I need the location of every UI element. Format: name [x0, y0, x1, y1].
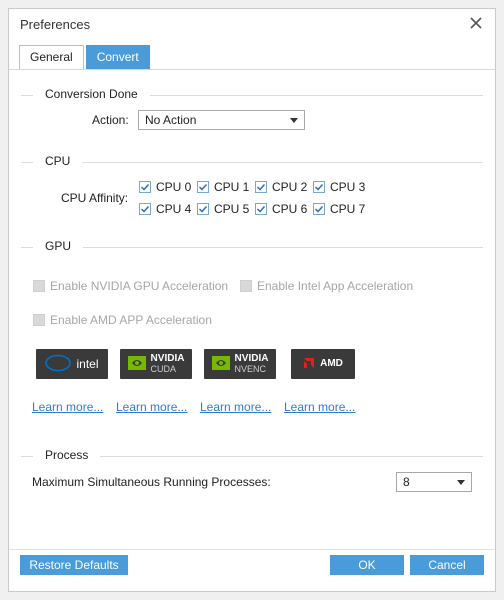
action-select[interactable]: No Action [138, 110, 305, 130]
learn-more-cuda-link[interactable]: Learn more... [116, 400, 187, 414]
learn-more-intel-link[interactable]: Learn more... [32, 400, 103, 414]
cpu-4-checkbox[interactable]: CPU 4 [139, 201, 191, 217]
cpu-0-checkbox[interactable]: CPU 0 [139, 179, 191, 195]
cpu-label: CPU 1 [214, 180, 250, 194]
checkbox-checked-icon [255, 181, 267, 193]
divider [21, 247, 483, 248]
ok-button[interactable]: OK [330, 555, 404, 575]
checkbox-checked-icon [139, 203, 151, 215]
cpu-label: CPU 4 [156, 202, 192, 216]
title-bar: Preferences [9, 9, 495, 39]
cancel-button[interactable]: Cancel [410, 555, 484, 575]
cpu-label: CPU 6 [272, 202, 308, 216]
amd-logo-icon [303, 357, 315, 372]
window-title: Preferences [20, 17, 91, 32]
cpu-label: CPU 0 [156, 180, 192, 194]
cpu-label: CPU 5 [214, 202, 250, 216]
max-processes-value: 8 [403, 475, 410, 489]
nvenc-label: NVENC [234, 364, 267, 374]
cpu-6-checkbox[interactable]: CPU 6 [255, 201, 307, 217]
checkbox-checked-icon [255, 203, 267, 215]
nvidia-nvenc-badge: NVIDIA NVENC [204, 349, 276, 379]
section-process: Process [21, 448, 483, 464]
tab-divider [9, 69, 495, 70]
intel-logo-icon [45, 354, 72, 375]
cpu-3-checkbox[interactable]: CPU 3 [313, 179, 365, 195]
cpu-5-checkbox[interactable]: CPU 5 [197, 201, 249, 217]
cpu-affinity-label: CPU Affinity: [61, 191, 129, 205]
learn-more-amd-link[interactable]: Learn more... [284, 400, 355, 414]
cpu-2-checkbox[interactable]: CPU 2 [255, 179, 307, 195]
tab-convert[interactable]: Convert [85, 45, 150, 69]
section-heading: GPU [33, 239, 84, 253]
checkbox-checked-icon [313, 203, 325, 215]
checkbox-checked-icon [313, 181, 325, 193]
tab-general[interactable]: General [19, 45, 84, 69]
action-select-value: No Action [145, 113, 197, 127]
divider [21, 162, 483, 163]
intel-acceleration-label: Enable Intel App Acceleration [257, 279, 414, 293]
cpu-1-checkbox[interactable]: CPU 1 [197, 179, 249, 195]
section-heading: Conversion Done [33, 87, 150, 101]
checkbox-checked-icon [197, 203, 209, 215]
nvidia-nvenc-text: NVIDIA NVENC [234, 353, 269, 375]
amd-acceleration-label: Enable AMD APP Acceleration [50, 313, 212, 327]
preferences-dialog: Preferences General Convert Conversion D… [8, 8, 496, 592]
chevron-down-icon [457, 480, 465, 485]
cpu-label: CPU 3 [330, 180, 366, 194]
nvidia-logo-icon [211, 355, 230, 373]
intel-badge: intel [36, 349, 108, 379]
cpu-7-checkbox[interactable]: CPU 7 [313, 201, 365, 217]
checkbox-checked-icon [197, 181, 209, 193]
learn-more-nvenc-link[interactable]: Learn more... [200, 400, 271, 414]
nvidia-brand: NVIDIA [234, 353, 269, 364]
cpu-label: CPU 2 [272, 180, 308, 194]
section-cpu: CPU [21, 154, 483, 170]
section-heading: Process [33, 448, 101, 462]
section-heading: CPU [33, 154, 83, 168]
max-processes-label: Maximum Simultaneous Running Processes: [32, 475, 271, 489]
nvidia-acceleration-label: Enable NVIDIA GPU Acceleration [50, 279, 229, 293]
tab-bar: General Convert [19, 45, 150, 69]
checkbox-checked-icon [139, 181, 151, 193]
nvidia-cuda-badge: NVIDIA CUDA [120, 349, 192, 379]
section-gpu: GPU [21, 239, 483, 255]
section-conversion-done: Conversion Done [21, 87, 483, 103]
amd-acceleration-checkbox[interactable]: Enable AMD APP Acceleration [33, 312, 212, 328]
cpu-label: CPU 7 [330, 202, 366, 216]
intel-acceleration-checkbox[interactable]: Enable Intel App Acceleration [240, 278, 413, 294]
action-label: Action: [92, 113, 129, 127]
nvidia-cuda-text: NVIDIA CUDA [150, 353, 185, 375]
restore-defaults-button[interactable]: Restore Defaults [20, 555, 128, 575]
nvidia-logo-icon [127, 355, 146, 373]
amd-badge-text: AMD [320, 358, 343, 369]
max-processes-select[interactable]: 8 [396, 472, 472, 492]
nvidia-brand: NVIDIA [150, 353, 185, 364]
cuda-label: CUDA [150, 364, 177, 374]
amd-badge: AMD [291, 349, 355, 379]
chevron-down-icon [290, 118, 298, 123]
intel-badge-text: intel [76, 357, 99, 371]
footer-divider [9, 549, 495, 550]
close-icon[interactable] [468, 15, 484, 31]
nvidia-acceleration-checkbox[interactable]: Enable NVIDIA GPU Acceleration [33, 278, 228, 294]
